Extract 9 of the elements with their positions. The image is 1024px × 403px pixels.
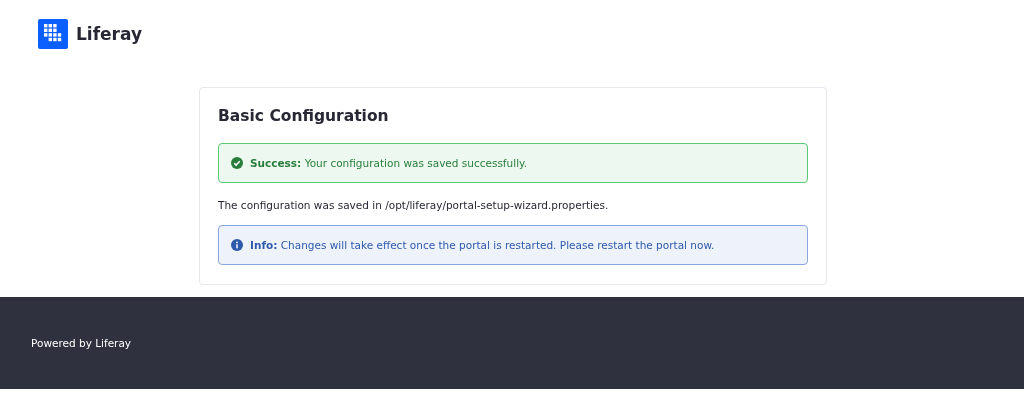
check-icon <box>231 157 243 169</box>
saved-path-text: The configuration was saved in /opt/liferay/portal-setup-wizard.properties. <box>218 199 610 211</box>
logo-text: Liferay <box>76 24 142 44</box>
info-icon <box>231 239 243 251</box>
alert-message: Info: Changes will take effect once the portal is restarted. Please restart the portal now. <box>250 239 715 251</box>
footer-text: Powered by Liferay <box>31 337 132 349</box>
alert-message: Success: Your configuration was saved successfully. <box>250 157 528 169</box>
logo-icon <box>38 19 68 49</box>
card-title: Basic Configuration <box>218 107 390 125</box>
